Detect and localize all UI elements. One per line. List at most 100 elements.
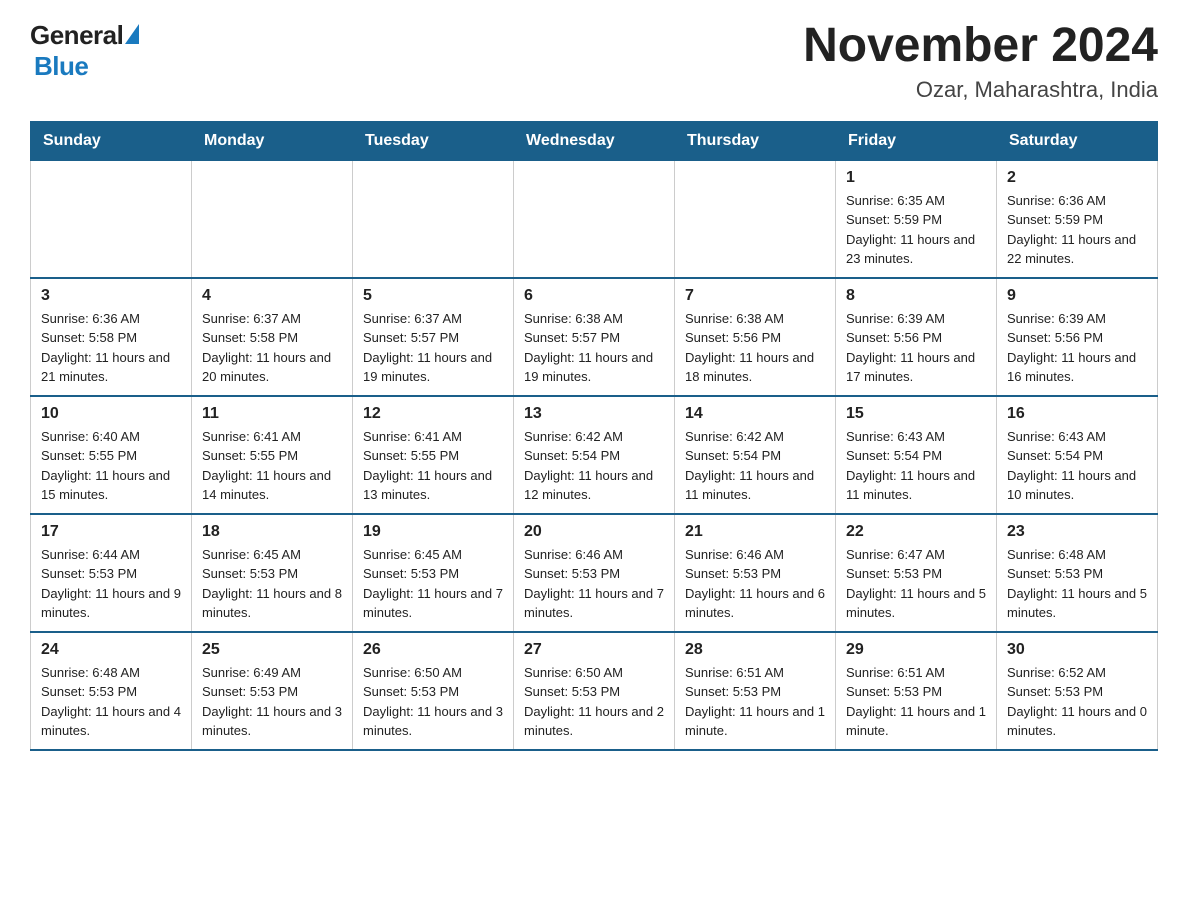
day-info: Sunrise: 6:48 AM Sunset: 5:53 PM Dayligh… [1007, 545, 1147, 623]
day-info: Sunrise: 6:37 AM Sunset: 5:58 PM Dayligh… [202, 309, 342, 387]
day-info: Sunrise: 6:40 AM Sunset: 5:55 PM Dayligh… [41, 427, 181, 505]
location-title: Ozar, Maharashtra, India [803, 77, 1158, 103]
calendar-cell [514, 160, 675, 278]
calendar-cell: 25 Sunrise: 6:49 AM Sunset: 5:53 PM Dayli… [192, 632, 353, 750]
day-info: Sunrise: 6:39 AM Sunset: 5:56 PM Dayligh… [1007, 309, 1147, 387]
col-header-saturday: Saturday [997, 121, 1158, 160]
day-number: 26 [363, 641, 503, 659]
calendar-cell: 26Sunrise: 6:50 AM Sunset: 5:53 PM Dayli… [353, 632, 514, 750]
calendar-cell: 16Sunrise: 6:43 AM Sunset: 5:54 PM Dayli… [997, 396, 1158, 514]
calendar-week-row: 24 Sunrise: 6:48 AM Sunset: 5:53 PM Dayli… [31, 632, 1158, 750]
calendar-cell: 29Sunrise: 6:51 AM Sunset: 5:53 PM Dayli… [836, 632, 997, 750]
day-info: Sunrise: 6:41 AM Sunset: 5:55 PM Dayligh… [363, 427, 503, 505]
day-info: Sunrise: 6:36 AM Sunset: 5:59 PM Dayligh… [1007, 191, 1147, 269]
day-number: 2 [1007, 169, 1147, 187]
day-number: 17 [41, 523, 181, 541]
day-number: 30 [1007, 641, 1147, 659]
calendar-table: SundayMondayTuesdayWednesdayThursdayFrid… [30, 121, 1158, 751]
day-info: Sunrise: 6:51 AM Sunset: 5:53 PM Dayligh… [846, 663, 986, 741]
day-info: Sunrise: 6:35 AM Sunset: 5:59 PM Dayligh… [846, 191, 986, 269]
day-number: 3 [41, 287, 181, 305]
day-number: 13 [524, 405, 664, 423]
day-number: 16 [1007, 405, 1147, 423]
day-number: 12 [363, 405, 503, 423]
calendar-cell: 11Sunrise: 6:41 AM Sunset: 5:55 PM Dayli… [192, 396, 353, 514]
calendar-cell [192, 160, 353, 278]
calendar-cell: 3 Sunrise: 6:36 AM Sunset: 5:58 PM Daylig… [31, 278, 192, 396]
day-info: Sunrise: 6:46 AM Sunset: 5:53 PM Dayligh… [524, 545, 664, 623]
day-info: Sunrise: 6:44 AM Sunset: 5:53 PM Dayligh… [41, 545, 181, 623]
calendar-cell: 17 Sunrise: 6:44 AM Sunset: 5:53 PM Dayli… [31, 514, 192, 632]
calendar-cell: 2 Sunrise: 6:36 AM Sunset: 5:59 PM Daylig… [997, 160, 1158, 278]
title-block: November 2024 Ozar, Maharashtra, India [803, 20, 1158, 103]
day-info: Sunrise: 6:43 AM Sunset: 5:54 PM Dayligh… [846, 427, 986, 505]
day-info: Sunrise: 6:46 AM Sunset: 5:53 PM Dayligh… [685, 545, 825, 623]
day-number: 22 [846, 523, 986, 541]
col-header-wednesday: Wednesday [514, 121, 675, 160]
calendar-cell: 24 Sunrise: 6:48 AM Sunset: 5:53 PM Dayli… [31, 632, 192, 750]
day-number: 11 [202, 405, 342, 423]
col-header-sunday: Sunday [31, 121, 192, 160]
day-info: Sunrise: 6:42 AM Sunset: 5:54 PM Dayligh… [685, 427, 825, 505]
day-number: 6 [524, 287, 664, 305]
calendar-cell: 12 Sunrise: 6:41 AM Sunset: 5:55 PM Dayli… [353, 396, 514, 514]
day-number: 5 [363, 287, 503, 305]
calendar-cell: 13 Sunrise: 6:42 AM Sunset: 5:54 PM Dayli… [514, 396, 675, 514]
calendar-cell [353, 160, 514, 278]
col-header-tuesday: Tuesday [353, 121, 514, 160]
day-number: 8 [846, 287, 986, 305]
col-header-friday: Friday [836, 121, 997, 160]
day-info: Sunrise: 6:45 AM Sunset: 5:53 PM Dayligh… [202, 545, 342, 623]
day-number: 7 [685, 287, 825, 305]
calendar-cell: 23 Sunrise: 6:48 AM Sunset: 5:53 PM Dayli… [997, 514, 1158, 632]
calendar-cell: 5 Sunrise: 6:37 AM Sunset: 5:57 PM Daylig… [353, 278, 514, 396]
day-info: Sunrise: 6:38 AM Sunset: 5:57 PM Dayligh… [524, 309, 664, 387]
calendar-cell: 10Sunrise: 6:40 AM Sunset: 5:55 PM Dayli… [31, 396, 192, 514]
day-info: Sunrise: 6:38 AM Sunset: 5:56 PM Dayligh… [685, 309, 825, 387]
day-number: 18 [202, 523, 342, 541]
calendar-cell [31, 160, 192, 278]
day-number: 24 [41, 641, 181, 659]
calendar-cell: 19 Sunrise: 6:45 AM Sunset: 5:53 PM Dayli… [353, 514, 514, 632]
day-info: Sunrise: 6:47 AM Sunset: 5:53 PM Dayligh… [846, 545, 986, 623]
day-info: Sunrise: 6:39 AM Sunset: 5:56 PM Dayligh… [846, 309, 986, 387]
page-header: General Blue November 2024 Ozar, Maharas… [30, 20, 1158, 103]
calendar-cell: 30 Sunrise: 6:52 AM Sunset: 5:53 PM Dayli… [997, 632, 1158, 750]
day-number: 15 [846, 405, 986, 423]
day-number: 28 [685, 641, 825, 659]
calendar-cell: 28Sunrise: 6:51 AM Sunset: 5:53 PM Dayli… [675, 632, 836, 750]
day-info: Sunrise: 6:45 AM Sunset: 5:53 PM Dayligh… [363, 545, 503, 623]
day-number: 4 [202, 287, 342, 305]
day-number: 23 [1007, 523, 1147, 541]
calendar-cell: 22 Sunrise: 6:47 AM Sunset: 5:53 PM Dayli… [836, 514, 997, 632]
day-info: Sunrise: 6:48 AM Sunset: 5:53 PM Dayligh… [41, 663, 181, 741]
logo: General Blue [30, 20, 139, 82]
calendar-cell: 20Sunrise: 6:46 AM Sunset: 5:53 PM Dayli… [514, 514, 675, 632]
calendar-cell: 8 Sunrise: 6:39 AM Sunset: 5:56 PM Daylig… [836, 278, 997, 396]
day-info: Sunrise: 6:52 AM Sunset: 5:53 PM Dayligh… [1007, 663, 1147, 741]
day-number: 1 [846, 169, 986, 187]
calendar-cell: 15 Sunrise: 6:43 AM Sunset: 5:54 PM Dayli… [836, 396, 997, 514]
calendar-cell [675, 160, 836, 278]
calendar-header-row: SundayMondayTuesdayWednesdayThursdayFrid… [31, 121, 1158, 160]
day-number: 27 [524, 641, 664, 659]
calendar-cell: 4 Sunrise: 6:37 AM Sunset: 5:58 PM Daylig… [192, 278, 353, 396]
day-info: Sunrise: 6:49 AM Sunset: 5:53 PM Dayligh… [202, 663, 342, 741]
calendar-cell: 1 Sunrise: 6:35 AM Sunset: 5:59 PM Daylig… [836, 160, 997, 278]
day-number: 19 [363, 523, 503, 541]
day-info: Sunrise: 6:37 AM Sunset: 5:57 PM Dayligh… [363, 309, 503, 387]
calendar-cell: 14Sunrise: 6:42 AM Sunset: 5:54 PM Dayli… [675, 396, 836, 514]
day-info: Sunrise: 6:36 AM Sunset: 5:58 PM Dayligh… [41, 309, 181, 387]
logo-blue-text: Blue [34, 51, 88, 81]
month-title: November 2024 [803, 20, 1158, 73]
day-number: 25 [202, 641, 342, 659]
calendar-cell: 27Sunrise: 6:50 AM Sunset: 5:53 PM Dayli… [514, 632, 675, 750]
col-header-monday: Monday [192, 121, 353, 160]
col-header-thursday: Thursday [675, 121, 836, 160]
calendar-week-row: 3 Sunrise: 6:36 AM Sunset: 5:58 PM Daylig… [31, 278, 1158, 396]
calendar-week-row: 1 Sunrise: 6:35 AM Sunset: 5:59 PM Daylig… [31, 160, 1158, 278]
day-info: Sunrise: 6:42 AM Sunset: 5:54 PM Dayligh… [524, 427, 664, 505]
calendar-cell: 21Sunrise: 6:46 AM Sunset: 5:53 PM Dayli… [675, 514, 836, 632]
logo-triangle-icon [125, 24, 139, 44]
calendar-cell: 7 Sunrise: 6:38 AM Sunset: 5:56 PM Daylig… [675, 278, 836, 396]
